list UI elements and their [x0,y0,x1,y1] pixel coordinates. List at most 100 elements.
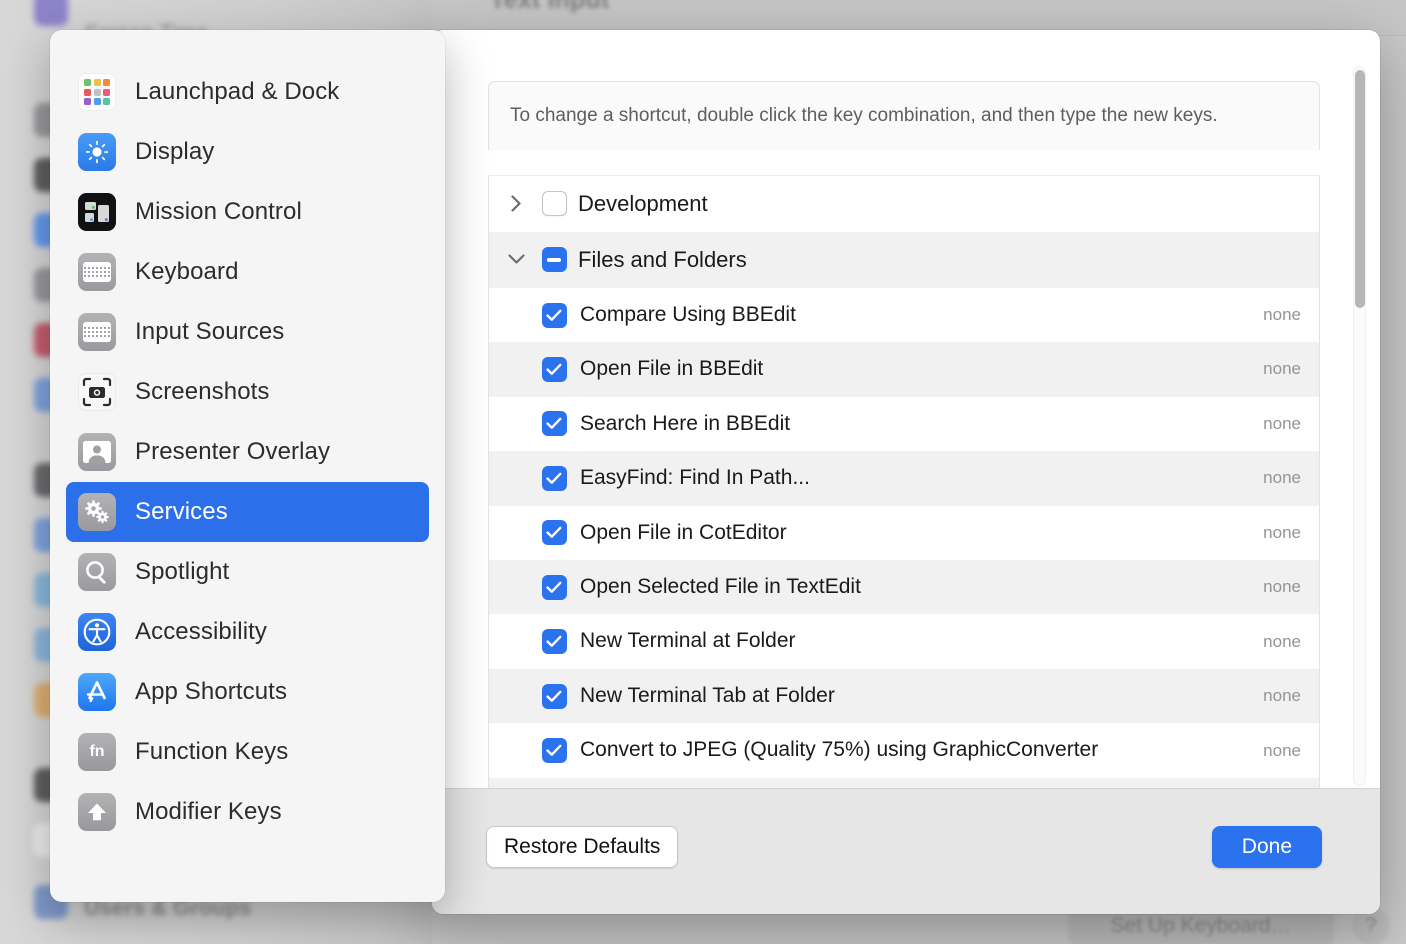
sidebar-item-function-keys[interactable]: fn Function Keys [66,722,429,782]
sidebar-item-input-sources[interactable]: Input Sources [66,302,429,362]
shortcut-row[interactable]: New Terminal at Folder none [489,614,1319,668]
done-button[interactable]: Done [1211,826,1322,868]
accessibility-icon [78,613,116,651]
shortcut-label: Open File in CotEditor [580,520,787,544]
checkbox-on[interactable] [541,465,567,491]
shortcut-label: EasyFind: Find In Path... [580,466,810,490]
sidebar-item-accessibility[interactable]: Accessibility [66,602,429,662]
shortcut-row[interactable]: Open File in CotEditor none [489,506,1319,560]
keyboard-icon [78,253,116,291]
shortcut-label: Open File in BBEdit [580,357,764,381]
shortcut-row[interactable]: Compare Using BBEdit none [489,288,1319,342]
shortcut-label: Convert to JPEG (Quality 75%) using Grap… [580,738,1099,762]
shortcut-row[interactable]: Convert to JPEG (Quality 75%) using Grap… [489,723,1319,777]
chevron-right-icon[interactable] [501,195,531,213]
sidebar-item-label: Function Keys [135,738,289,765]
shortcut-row[interactable]: Open Selected File in TextEdit none [489,559,1319,615]
shortcut-key-value[interactable]: none [1243,632,1301,652]
shortcut-row[interactable]: New Terminal Tab at Folder none [489,668,1319,724]
mission-control-icon [78,193,116,231]
checkbox-on[interactable] [541,629,567,655]
category-list: Launchpad & Dock Display Mission Control Ke… [50,62,445,842]
sidebar-item-label: Mission Control [135,198,302,225]
sheet-footer: Restore Defaults Done [432,788,1380,914]
sidebar-item-label: App Shortcuts [135,678,288,705]
chevron-down-icon[interactable] [501,254,531,265]
settings-category-popover: Launchpad & Dock Display Mission Control Ke… [50,30,445,902]
shortcut-group-row[interactable]: Development [489,176,1319,232]
checkbox-cell[interactable] [531,356,577,382]
shortcut-row[interactable]: Convert to JPEG (Quality 85%) usingnone [489,777,1319,788]
checkbox-mixed[interactable] [541,247,567,273]
sidebar-item-label: Screenshots [135,378,270,405]
sidebar-item-app-shortcuts[interactable]: App Shortcuts [66,662,429,722]
shortcut-key-value[interactable]: none [1243,414,1301,434]
sidebar-item-label: Keyboard [135,258,239,285]
checkbox-cell[interactable] [531,574,577,600]
shortcut-key-value[interactable]: none [1243,359,1301,379]
sidebar-item-label: Modifier Keys [135,798,282,825]
screenshots-icon [78,373,116,411]
sidebar-item-label: Presenter Overlay [135,438,331,465]
checkbox-cell[interactable] [531,629,577,655]
checkbox-cell[interactable] [531,191,577,217]
shortcut-key-value[interactable]: none [1243,523,1301,543]
info-text: To change a shortcut, double click the k… [510,105,1218,126]
sidebar-item-modifier-keys[interactable]: Modifier Keys [66,782,429,842]
sidebar-item-label: Input Sources [135,318,285,345]
checkbox-on[interactable] [541,574,567,600]
keyboard-shortcuts-sheet: To change a shortcut, double click the k… [432,30,1380,914]
shortcuts-list: Development Files and Folders Compare Usin… [488,175,1320,788]
services-icon [78,493,116,531]
sidebar-item-label: Launchpad & Dock [135,78,340,105]
checkbox-on[interactable] [541,738,567,763]
checkbox-cell[interactable] [531,465,577,491]
checkbox-cell[interactable] [531,411,577,437]
sidebar-item-screenshots[interactable]: Screenshots [66,362,429,422]
shortcut-label: Development [578,191,708,216]
shortcut-row[interactable]: Open File in BBEdit none [489,342,1319,397]
shortcut-label: Compare Using BBEdit [580,302,796,326]
info-box: To change a shortcut, double click the k… [488,81,1320,151]
sidebar-item-presenter-overlay[interactable]: Presenter Overlay [66,422,429,482]
checkbox-on[interactable] [541,683,567,709]
sidebar-item-spotlight[interactable]: Spotlight [66,542,429,602]
checkbox-off[interactable] [541,191,567,217]
scrollbar-thumb[interactable] [1354,70,1365,308]
app-shortcuts-icon [78,673,116,711]
shortcut-label: Files and Folders [578,246,747,272]
display-icon [78,133,116,171]
restore-defaults-button[interactable]: Restore Defaults [486,826,679,868]
shortcut-label: Convert to JPEG (Quality 85%) using [577,778,1243,788]
checkbox-on[interactable] [541,520,567,546]
shortcut-key-value[interactable]: none [1243,305,1301,325]
sidebar-item-keyboard[interactable]: Keyboard [66,242,429,302]
shortcut-key-value[interactable]: none [1243,741,1301,761]
shortcut-row[interactable]: Search Here in BBEdit none [489,397,1319,451]
shortcut-key-value[interactable]: none [1243,468,1301,488]
shortcut-label: New Terminal at Folder [580,629,796,653]
sidebar-item-services[interactable]: Services [66,482,429,542]
list-scrollbar[interactable] [1353,66,1366,786]
spotlight-icon [78,553,116,591]
sidebar-item-mission-control[interactable]: Mission Control [66,182,429,242]
checkbox-on[interactable] [541,411,567,437]
sidebar-item-label: Services [135,498,228,525]
checkbox-cell[interactable] [531,738,577,763]
shortcut-group-row[interactable]: Files and Folders [489,231,1319,288]
shortcut-row[interactable]: EasyFind: Find In Path... none [489,451,1319,506]
shortcut-key-value[interactable]: none [1243,577,1301,597]
checkbox-on[interactable] [541,302,567,328]
checkbox-on[interactable] [541,356,567,382]
checkbox-cell[interactable] [531,247,577,273]
sidebar-item-display[interactable]: Display [66,122,429,182]
checkbox-cell[interactable] [531,520,577,546]
shortcut-label: New Terminal Tab at Folder [580,683,835,707]
sheet-scroll-area: To change a shortcut, double click the k… [432,30,1380,788]
shortcut-key-value[interactable]: none [1243,686,1301,706]
sidebar-item-launchpad-dock[interactable]: Launchpad & Dock [66,62,429,122]
checkbox-cell[interactable] [531,302,577,328]
sidebar-item-label: Spotlight [135,558,230,585]
checkbox-cell[interactable] [531,683,577,709]
background-icon-screentime [34,0,68,26]
